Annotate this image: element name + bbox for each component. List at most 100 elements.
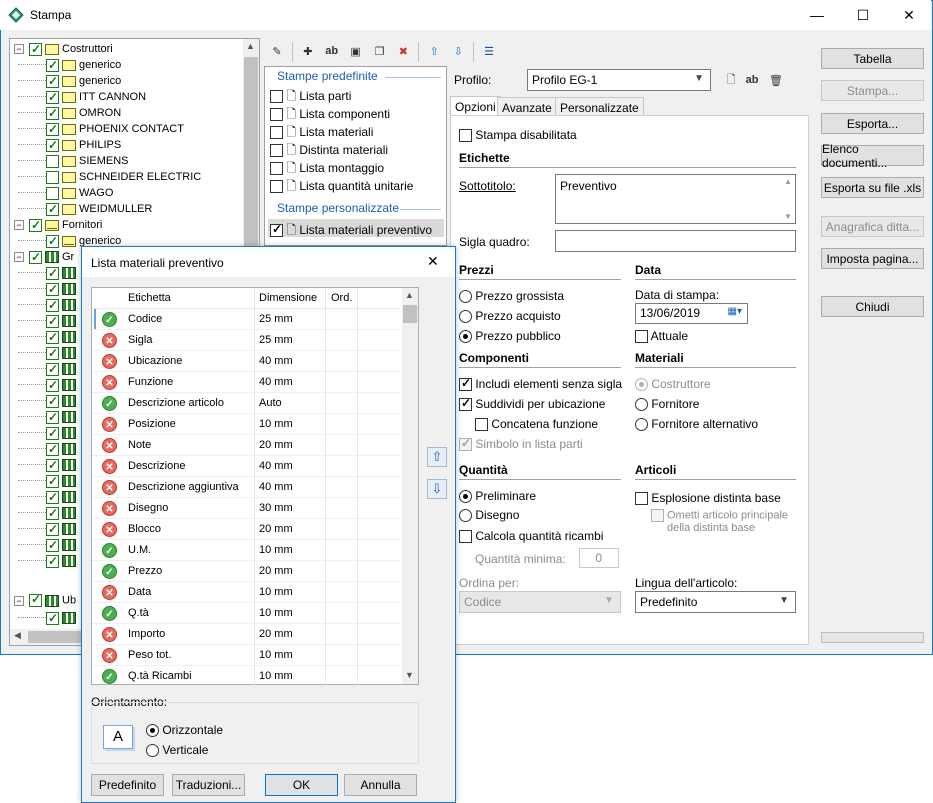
tree-checkbox[interactable] [29, 41, 42, 57]
cross-circle-icon[interactable]: ✕ [102, 480, 117, 495]
collapse-icon[interactable]: − [14, 220, 24, 231]
checkbox[interactable] [270, 90, 283, 104]
scroll-down-icon[interactable]: ▼ [405, 670, 414, 680]
tree-checkbox[interactable] [46, 265, 59, 281]
tree-node[interactable]: SIEMENS [14, 153, 129, 169]
tree-node[interactable]: − Fornitori [14, 217, 102, 233]
table-row[interactable]: ✕ Posizione 10 mm [92, 414, 400, 435]
tree-checkbox[interactable] [46, 281, 59, 297]
cancel-button[interactable]: Annulla [344, 774, 417, 796]
tree-checkbox[interactable] [46, 73, 59, 89]
close-main-button[interactable]: Chiudi [821, 296, 924, 317]
cross-circle-icon[interactable]: ✕ [102, 354, 117, 369]
anagrafica-button[interactable]: Anagrafica ditta... [821, 216, 924, 237]
tree-node[interactable] [14, 553, 79, 569]
edit-print-icon[interactable]: ▣ [347, 42, 365, 60]
table-row[interactable]: ✕ Disegno 30 mm [92, 498, 400, 519]
tree-node[interactable] [14, 457, 79, 473]
tree-checkbox[interactable] [46, 201, 59, 217]
dialog-close-button[interactable]: ✕ [427, 253, 439, 270]
drawing-option[interactable]: Disegno [459, 508, 519, 523]
header-etichetta[interactable]: Etichetta [128, 292, 171, 304]
table-row[interactable]: ✕ Descrizione 40 mm [92, 456, 400, 477]
checkbox[interactable] [459, 530, 472, 544]
grid-vscrollbar[interactable]: ▲ ▼ [402, 288, 418, 684]
tree-checkbox[interactable] [46, 457, 59, 473]
scroll-up-icon[interactable]: ▲ [246, 41, 255, 51]
delete-print-icon[interactable]: ✖ [394, 42, 412, 60]
profile-select[interactable]: Profilo EG-1 ▼ [527, 69, 711, 91]
orientation-vertical-option[interactable]: Verticale [146, 743, 208, 758]
tree-node[interactable] [14, 473, 79, 489]
alt-supplier-option[interactable]: Fornitore alternativo [635, 417, 758, 432]
include-no-label-option[interactable]: Includi elementi senza sigla [459, 376, 622, 392]
tabella-button[interactable]: Tabella [821, 48, 924, 69]
table-row[interactable]: ✓ Q.tà Ricambi 10 mm [92, 666, 400, 687]
page-setup-button[interactable]: Imposta pagina... [821, 248, 924, 269]
table-row[interactable]: ✕ Importo 20 mm [92, 624, 400, 645]
cross-circle-icon[interactable]: ✕ [102, 585, 117, 600]
table-row[interactable]: ✕ Descrizione aggiuntiva 40 mm [92, 477, 400, 498]
ok-button[interactable]: OK [265, 774, 338, 796]
tree-checkbox[interactable] [46, 610, 59, 626]
table-row[interactable]: ✓ Codice 25 mm [92, 309, 400, 330]
custom-print-item[interactable]: 🗋 Lista materiali preventivo [268, 219, 444, 238]
checkbox[interactable] [270, 144, 283, 158]
rename-profile-icon[interactable]: ab [743, 71, 761, 89]
move-down-icon[interactable]: ⇩ [449, 42, 467, 60]
checkbox[interactable] [270, 162, 283, 176]
tree-checkbox[interactable] [46, 313, 59, 329]
tree-node[interactable] [14, 505, 79, 521]
price-public-option[interactable]: Prezzo pubblico [459, 329, 561, 344]
tree-checkbox[interactable] [46, 505, 59, 521]
move-down-button[interactable]: ⇩ [427, 479, 447, 499]
subtitle-field[interactable]: Preventivo ▲ ▼ [555, 174, 796, 224]
tree-checkbox[interactable] [46, 441, 59, 457]
price-purchase-option[interactable]: Prezzo acquisto [459, 309, 561, 324]
scroll-up-icon[interactable]: ▲ [405, 290, 414, 300]
lang-select[interactable]: Predefinito ▼ [635, 591, 796, 613]
tree-node[interactable]: SCHNEIDER ELECTRIC [14, 169, 201, 185]
tree-node[interactable] [14, 297, 79, 313]
tree-node[interactable] [14, 489, 79, 505]
tree-checkbox[interactable] [46, 154, 59, 168]
checkbox[interactable] [635, 330, 648, 344]
calc-spares-option[interactable]: Calcola quantità ricambi [459, 529, 603, 544]
tree-node[interactable] [14, 393, 79, 409]
tab-opzioni[interactable]: Opzioni [450, 96, 501, 116]
tree-node[interactable]: WAGO [14, 185, 113, 201]
tree-node[interactable]: OMRON [14, 105, 121, 121]
move-up-icon[interactable]: ⇧ [425, 42, 443, 60]
collapse-icon[interactable]: − [14, 44, 24, 55]
predefined-print-item[interactable]: 🗋 Lista quantità unitarie [270, 177, 413, 198]
print-date-field[interactable]: 13/06/2019 ▦▾ [635, 303, 748, 324]
tree-checkbox[interactable] [46, 537, 59, 553]
radio[interactable] [459, 330, 472, 344]
checkbox[interactable] [270, 108, 283, 122]
maximize-button[interactable]: ☐ [840, 0, 886, 30]
tree-node[interactable]: generico [14, 57, 121, 73]
sigla-field[interactable] [555, 230, 796, 252]
table-row[interactable]: ✓ Prezzo 20 mm [92, 561, 400, 582]
table-row[interactable]: ✕ Note 20 mm [92, 435, 400, 456]
orientation-horizontal-option[interactable]: Orizzontale [146, 723, 223, 738]
tree-checkbox[interactable] [46, 329, 59, 345]
tab-avanzate[interactable]: Avanzate [497, 97, 557, 116]
tab-personalizzate[interactable]: Personalizzate [555, 97, 644, 116]
bom-explosion-option[interactable]: Esplosione distinta base [635, 491, 781, 506]
tree-checkbox[interactable] [46, 553, 59, 569]
table-row[interactable]: ✕ Funzione 40 mm [92, 372, 400, 393]
current-date-option[interactable]: Attuale [635, 329, 688, 344]
esporta-button[interactable]: Esporta... [821, 113, 924, 134]
checkbox[interactable] [270, 222, 283, 238]
tree-node[interactable] [14, 441, 79, 457]
tree-node[interactable] [14, 265, 79, 281]
close-button[interactable]: ✕ [886, 0, 932, 30]
tree-checkbox[interactable] [46, 186, 59, 200]
tree-checkbox[interactable] [46, 489, 59, 505]
elenco-documenti-button[interactable]: Elenco documenti... [821, 142, 924, 170]
tree-node[interactable]: − Costruttori [14, 41, 113, 57]
tree-checkbox[interactable] [46, 137, 59, 153]
preliminary-option[interactable]: Preliminare [459, 489, 536, 504]
table-row[interactable]: ✕ Blocco 20 mm [92, 519, 400, 540]
